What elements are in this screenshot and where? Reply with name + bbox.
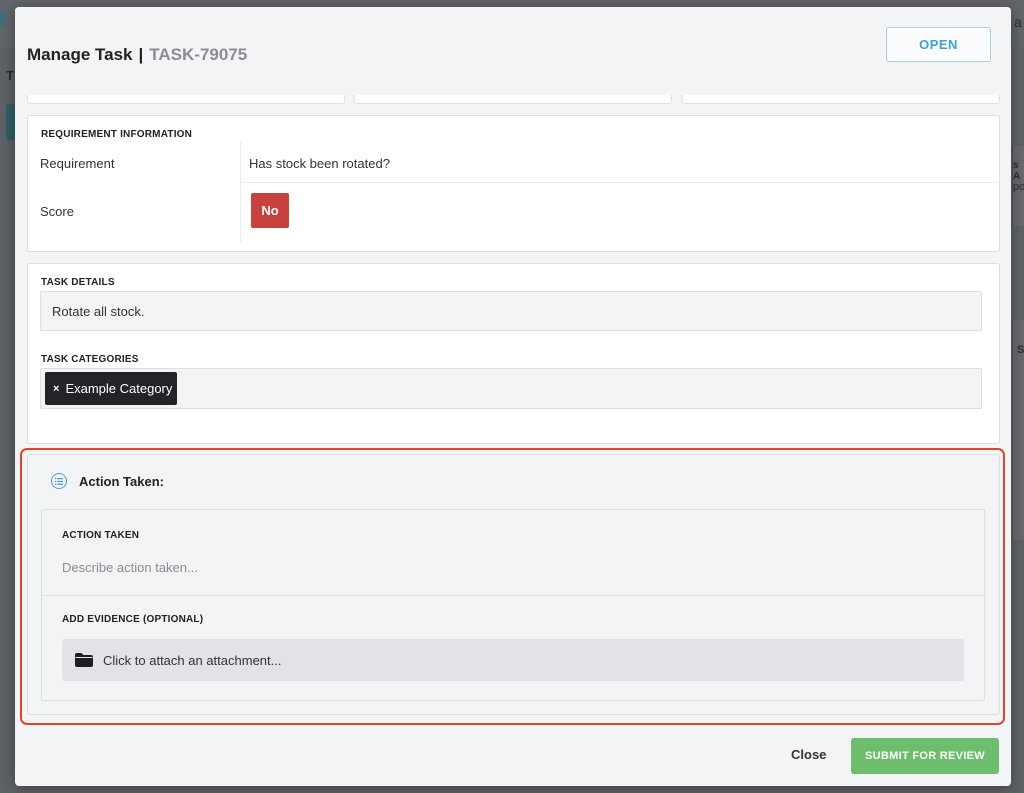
action-taken-form: ACTION TAKEN ADD EVIDENCE (OPTIONAL) Cli…: [41, 509, 985, 701]
close-button[interactable]: Close: [791, 747, 826, 762]
requirement-key: Requirement: [40, 156, 115, 171]
attach-attachment-button[interactable]: Click to attach an attachment...: [62, 639, 964, 681]
requirement-value: Has stock been rotated?: [249, 156, 390, 171]
action-taken-card: Action Taken: ACTION TAKEN ADD EVIDENCE …: [27, 454, 1000, 715]
requirement-card: REQUIREMENT INFORMATION Requirement Has …: [27, 115, 1000, 252]
category-chip-label: Example Category: [65, 381, 173, 396]
modal-header: Manage Task | TASK-79075 OPEN: [15, 7, 1011, 95]
title-separator: |: [138, 45, 144, 64]
evidence-label: ADD EVIDENCE (OPTIONAL): [62, 614, 204, 625]
task-categories-label: TASK CATEGORIES: [41, 354, 139, 365]
close-x-icon[interactable]: ×: [53, 383, 59, 395]
action-taken-label: ACTION TAKEN: [62, 530, 140, 541]
divider: [240, 142, 241, 242]
task-details-field[interactable]: Rotate all stock.: [40, 291, 982, 331]
background-text-fragment: a: [1014, 14, 1022, 30]
action-taken-title: Action Taken:: [79, 473, 164, 489]
divider: [42, 595, 984, 596]
task-categories-field[interactable]: × Example Category: [40, 368, 982, 409]
task-id: TASK-79075: [149, 45, 248, 64]
background-tab-fragment: T: [6, 68, 14, 83]
manage-task-modal: Manage Task | TASK-79075 OPEN REQUIREMENT …: [15, 7, 1011, 786]
attach-label: Click to attach an attachment...: [103, 652, 282, 668]
modal-title-text: Manage Task: [27, 45, 133, 64]
submit-for-review-button[interactable]: SUBMIT FOR REVIEW: [851, 738, 999, 774]
divider: [240, 182, 999, 183]
task-details-label: TASK DETAILS: [41, 277, 115, 288]
category-chip: × Example Category: [45, 372, 177, 405]
folder-icon: [75, 653, 93, 667]
requirement-section-label: REQUIREMENT INFORMATION: [41, 129, 193, 140]
background-text-fragment: po: [1013, 181, 1024, 193]
score-key: Score: [40, 204, 74, 219]
list-icon: [51, 473, 67, 489]
score-badge: No: [251, 193, 289, 228]
modal-title: Manage Task | TASK-79075: [27, 45, 247, 65]
action-taken-header: Action Taken:: [51, 473, 164, 489]
background-text-fragment: S: [1017, 344, 1024, 356]
action-taken-input[interactable]: [62, 556, 962, 578]
status-open-button[interactable]: OPEN: [886, 27, 991, 62]
background-text-fragment: s A: [1013, 160, 1021, 182]
task-details-card: TASK DETAILS Rotate all stock. TASK CATE…: [27, 263, 1000, 444]
